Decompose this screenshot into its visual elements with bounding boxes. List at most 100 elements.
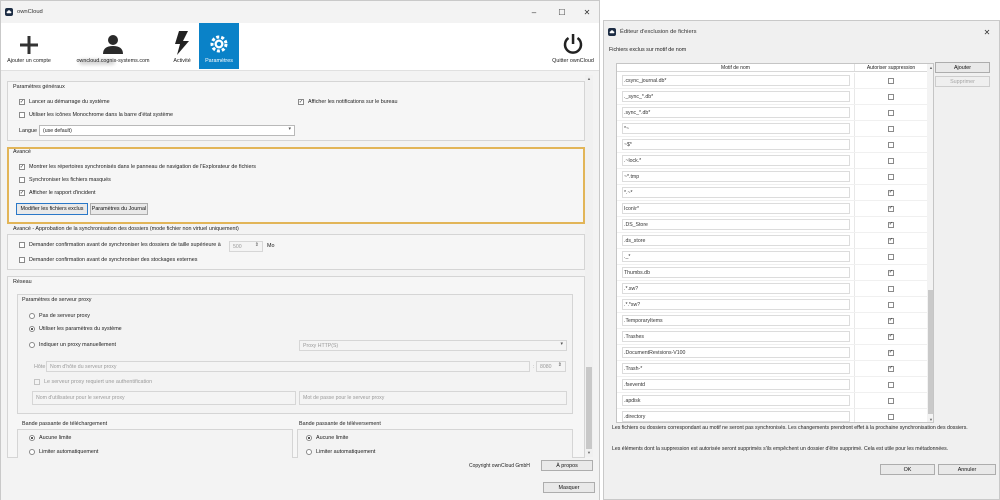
quit-button[interactable]: Quitter ownCloud [547,23,599,69]
account-button[interactable]: owncloud.cognix-systems.com [63,23,163,69]
proxy-password-input[interactable]: Mot de passe pour le serveur proxy [299,391,567,405]
pattern-cell[interactable]: ~*.tmp [617,169,855,184]
allow-delete-checkbox[interactable] [888,125,894,132]
show-in-explorer-checkbox[interactable]: ✓ Montrer les répertoires synchronisés da… [19,164,256,170]
pattern-text[interactable]: Icon\r* [622,203,850,214]
table-row[interactable]: .Trash-* ✓ [617,361,927,377]
minimize-button[interactable]: – [521,1,547,23]
pattern-text[interactable]: ._* [622,251,850,262]
allow-delete-checkbox[interactable]: ✓ [888,221,894,228]
monochrome-icons-checkbox[interactable]: Utiliser les icônes Monochrome dans la b… [19,112,173,118]
proxy-type-select[interactable]: Proxy HTTP(S) ▾ [299,340,567,351]
pattern-cell[interactable]: .DS_Store [617,217,855,232]
log-settings-button[interactable]: Paramètres du Journal [90,203,148,215]
pattern-cell[interactable]: .Trash-* [617,361,855,376]
table-row[interactable]: ~*.tmp [617,169,927,185]
language-select[interactable]: (use default) ▾ [39,125,295,136]
settings-tab[interactable]: Paramètres [199,23,239,69]
table-row[interactable]: .fseventd [617,377,927,393]
add-pattern-button[interactable]: Ajouter [935,62,990,73]
system-proxy-radio[interactable]: Utiliser les paramètres du système [29,326,122,332]
proxy-auth-checkbox[interactable]: Le serveur proxy requiert une authentifi… [34,379,152,385]
settings-scrollbar[interactable]: ▲ ▼ [585,75,593,457]
scroll-thumb[interactable] [928,290,933,414]
table-row[interactable]: .*.sw? [617,281,927,297]
proxy-user-input[interactable]: Nom d'utilisateur pour le serveur proxy [32,391,296,405]
allow-delete-checkbox[interactable]: ✓ [888,237,894,244]
scroll-up-icon[interactable]: ▲ [927,64,933,72]
pattern-text[interactable]: .DS_Store [622,219,850,230]
pattern-text[interactable]: .*.*sw? [622,299,850,310]
pattern-cell[interactable]: ._* [617,249,855,264]
allow-delete-checkbox[interactable] [888,109,894,116]
pattern-cell[interactable]: .*.*sw? [617,297,855,312]
download-auto-radio[interactable]: Limiter automatiquement [29,449,98,455]
scroll-up-icon[interactable]: ▲ [585,75,593,83]
pattern-text[interactable]: *~ [622,123,850,134]
table-row[interactable]: *.~* ✓ [617,185,927,201]
pattern-cell[interactable]: Icon\r* [617,201,855,216]
ask-external-storage-checkbox[interactable]: Demander confirmation avant de synchroni… [19,257,197,263]
pattern-cell[interactable]: *.~* [617,185,855,200]
pattern-cell[interactable]: .fseventd [617,377,855,392]
no-proxy-radio[interactable]: Pas de serveur proxy [29,313,90,319]
column-header-allow-delete[interactable]: Autoriser suppression [855,64,927,71]
allow-delete-checkbox[interactable]: ✓ [888,189,894,196]
remove-pattern-button[interactable]: Supprimer [935,76,990,87]
allow-delete-checkbox[interactable] [888,157,894,164]
allow-delete-checkbox[interactable] [888,413,894,420]
allow-delete-checkbox[interactable]: ✓ [888,269,894,276]
sync-hidden-checkbox[interactable]: Synchroniser les fichiers masqués [19,177,111,183]
allow-delete-checkbox[interactable] [888,381,894,388]
edit-ignored-files-button[interactable]: Modifier les fichiers exclus [16,203,88,215]
table-row[interactable]: *~ [617,121,927,137]
table-row[interactable]: .csync_journal.db* [617,73,927,89]
proxy-host-input[interactable]: Nom d'hôte du serveur proxy [46,361,530,372]
table-row[interactable]: ._* [617,249,927,265]
pattern-text[interactable]: .*.sw? [622,283,850,294]
pattern-text[interactable]: .csync_journal.db* [622,75,850,86]
pattern-cell[interactable]: .csync_journal.db* [617,73,855,88]
table-row[interactable]: .~lock.* [617,153,927,169]
pattern-text[interactable]: .TemporaryItems [622,315,850,326]
cancel-button[interactable]: Annuler [938,464,996,475]
allow-delete-checkbox[interactable] [888,77,894,84]
table-row[interactable]: .DocumentRevisions-V100 ✓ [617,345,927,361]
hide-button[interactable]: Masquer [543,482,595,493]
show-notifications-checkbox[interactable]: ✓ Afficher les notifications sur le burea… [298,99,398,105]
table-scrollbar[interactable]: ▲ ▼ [927,64,933,422]
pattern-cell[interactable]: .DocumentRevisions-V100 [617,345,855,360]
pattern-text[interactable]: Thumbs.db [622,267,850,278]
folder-size-spinbox[interactable]: 500 ⇕ [229,241,263,252]
table-row[interactable]: .apdisk [617,393,927,409]
pattern-text[interactable]: .Trashes [622,331,850,342]
column-header-pattern[interactable]: Motif de nom [617,64,855,71]
table-row[interactable]: Thumbs.db ✓ [617,265,927,281]
pattern-cell[interactable]: ._sync_*.db* [617,89,855,104]
pattern-text[interactable]: *.~* [622,187,850,198]
add-account-button[interactable]: Ajouter un compte [1,23,57,69]
pattern-text[interactable]: ._sync_*.db* [622,91,850,102]
upload-auto-radio[interactable]: Limiter automatiquement [306,449,375,455]
table-row[interactable]: .ds_store ✓ [617,233,927,249]
pattern-cell[interactable]: *~ [617,121,855,136]
scroll-down-icon[interactable]: ▼ [927,416,933,422]
allow-delete-checkbox[interactable] [888,141,894,148]
upload-unlimited-radio[interactable]: Aucune limite [306,435,348,441]
table-row[interactable]: Icon\r* ✓ [617,201,927,217]
allow-delete-checkbox[interactable]: ✓ [888,317,894,324]
allow-delete-checkbox[interactable]: ✓ [888,349,894,356]
table-row[interactable]: .sync_*.db* [617,105,927,121]
pattern-cell[interactable]: .Trashes [617,329,855,344]
allow-delete-checkbox[interactable] [888,173,894,180]
pattern-cell[interactable]: ~$* [617,137,855,152]
scroll-thumb[interactable] [586,367,592,449]
allow-delete-checkbox[interactable] [888,253,894,260]
activity-button[interactable]: Activité [167,23,197,69]
allow-delete-checkbox[interactable]: ✓ [888,365,894,372]
download-unlimited-radio[interactable]: Aucune limite [29,435,71,441]
table-row[interactable]: ._sync_*.db* [617,89,927,105]
table-row[interactable]: .Trashes ✓ [617,329,927,345]
pattern-cell[interactable]: .*.sw? [617,281,855,296]
allow-delete-checkbox[interactable] [888,397,894,404]
